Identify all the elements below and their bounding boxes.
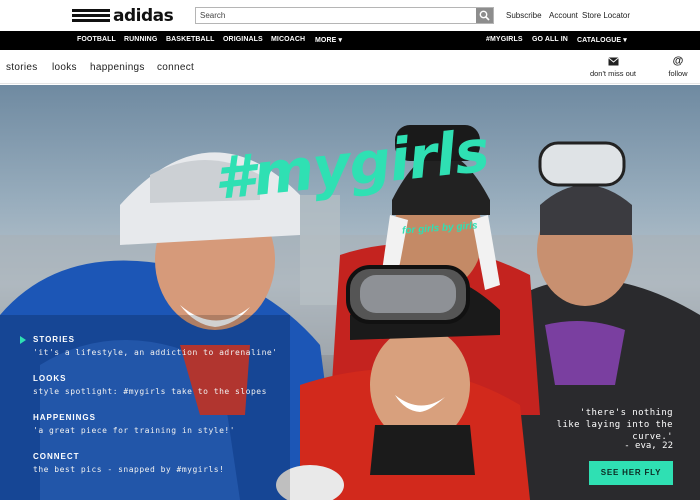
store-locator-link[interactable]: Store Locator bbox=[582, 11, 630, 20]
hero-banner: #mygirls for girls by girls STORIES 'it'… bbox=[0, 85, 700, 500]
subnav-stories[interactable]: stories bbox=[6, 62, 38, 73]
search-icon bbox=[479, 10, 490, 21]
nav-mygirls[interactable]: #MYGIRLS bbox=[486, 36, 523, 43]
main-nav: FOOTBALL RUNNING BASKETBALL ORIGINALS MI… bbox=[0, 31, 700, 50]
search-button[interactable] bbox=[476, 8, 493, 23]
menu-stories-heading[interactable]: STORIES bbox=[33, 335, 75, 344]
menu-connect-text[interactable]: the best pics - snapped by #mygirls! bbox=[33, 465, 224, 474]
menu-looks-heading[interactable]: LOOKS bbox=[33, 374, 66, 383]
sub-nav: stories looks happenings connect don't m… bbox=[0, 50, 700, 84]
logo-stripes-icon bbox=[72, 9, 110, 23]
see-her-fly-button[interactable]: SEE HER FLY bbox=[589, 461, 673, 485]
follow-label: follow bbox=[668, 69, 688, 78]
search-box bbox=[195, 7, 494, 24]
at-sign-icon: @ bbox=[672, 55, 684, 67]
active-arrow-icon bbox=[20, 336, 26, 344]
account-link[interactable]: Account bbox=[549, 11, 578, 20]
dont-miss-out-button[interactable]: don't miss out bbox=[583, 56, 643, 78]
nav-running[interactable]: RUNNING bbox=[124, 36, 157, 43]
nav-basketball[interactable]: BASKETBALL bbox=[166, 36, 214, 43]
envelope-icon bbox=[607, 57, 619, 66]
subnav-happenings[interactable]: happenings bbox=[90, 62, 145, 73]
nav-football[interactable]: FOOTBALL bbox=[77, 36, 116, 43]
subnav-looks[interactable]: looks bbox=[52, 62, 77, 73]
menu-happenings-heading[interactable]: HAPPENINGS bbox=[33, 413, 96, 422]
nav-more[interactable]: MORE ▾ bbox=[315, 36, 342, 44]
nav-originals[interactable]: ORIGINALS bbox=[223, 36, 263, 43]
logo-text: adidas bbox=[113, 6, 174, 26]
follow-button[interactable]: @ follow bbox=[662, 55, 694, 79]
menu-happenings-text[interactable]: 'a great piece for training in style!' bbox=[33, 426, 235, 435]
search-input[interactable] bbox=[196, 8, 476, 23]
menu-stories-text[interactable]: 'it's a lifestyle, an addiction to adren… bbox=[33, 348, 278, 357]
nav-go-all-in[interactable]: GO ALL IN bbox=[532, 36, 568, 43]
hero-quote-author: - eva, 22 bbox=[624, 441, 673, 451]
nav-catalogue[interactable]: CATALOGUE ▾ bbox=[577, 36, 627, 44]
top-header: adidas Subscribe Account Store Locator bbox=[0, 0, 700, 31]
nav-micoach[interactable]: MICOACH bbox=[271, 36, 305, 43]
subscribe-link[interactable]: Subscribe bbox=[506, 11, 542, 20]
menu-looks-text[interactable]: style spotlight: #mygirls take to the sl… bbox=[33, 387, 267, 396]
hero-quote: 'there's nothing like laying into the cu… bbox=[556, 408, 673, 442]
menu-connect-heading[interactable]: CONNECT bbox=[33, 452, 80, 461]
subnav-connect[interactable]: connect bbox=[157, 62, 194, 73]
dont-miss-out-label: don't miss out bbox=[589, 69, 637, 78]
adidas-logo[interactable]: adidas bbox=[72, 6, 174, 26]
